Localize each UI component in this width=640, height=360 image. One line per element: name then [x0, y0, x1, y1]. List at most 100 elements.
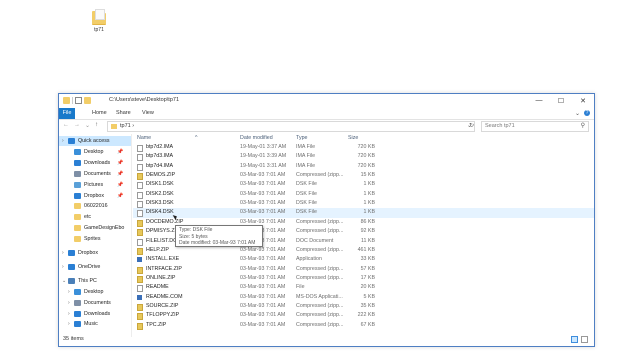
- chevron-icon[interactable]: ›: [62, 248, 64, 258]
- nav-item-label: Pictures: [84, 181, 104, 188]
- maximize-button[interactable]: ☐: [550, 94, 572, 107]
- file-type: DSK File: [296, 209, 317, 216]
- file-name: TFLOPPY.ZIP: [146, 312, 180, 319]
- nav-item-label: Dropbox: [84, 192, 105, 199]
- recent-locations-icon[interactable]: ⌄: [85, 122, 90, 129]
- file-row[interactable]: README 03-Mar-93 7:01 AM File 20 KB: [133, 283, 594, 293]
- nav-item[interactable]: › Desktop: [59, 287, 131, 297]
- nav-item[interactable]: › Downloads: [59, 309, 131, 319]
- properties-icon[interactable]: [75, 97, 82, 104]
- nav-item[interactable]: › Dropbox: [59, 248, 131, 258]
- pin-icon: 📌: [117, 170, 124, 177]
- file-row[interactable]: HELP.ZIP 03-Mar-93 7:01 AM Compressed (zip…: [133, 246, 594, 255]
- nav-item-label: 06022016: [84, 203, 108, 210]
- chevron-icon[interactable]: ›: [68, 309, 70, 319]
- nav-item[interactable]: ⌄ This PC: [59, 276, 131, 286]
- downloads-icon: [74, 159, 81, 166]
- tab-home[interactable]: Home: [87, 108, 112, 119]
- file-row[interactable]: INTRFACE.ZIP 03-Mar-93 7:01 AM Compressed …: [133, 265, 594, 274]
- nav-item[interactable]: Pictures 📌: [59, 180, 131, 190]
- refresh-icon[interactable]: ↻: [467, 121, 476, 130]
- nav-item-label: Sprites: [84, 236, 101, 243]
- column-size[interactable]: Size: [348, 135, 358, 141]
- column-date-modified[interactable]: Date modified: [240, 135, 273, 141]
- large-icons-view-icon[interactable]: [581, 336, 588, 343]
- nav-item[interactable]: › Music: [59, 319, 131, 329]
- file-row[interactable]: ONLINE.ZIP 03-Mar-93 7:01 AM Compressed (z…: [133, 274, 594, 283]
- nav-item-label: OneDrive: [78, 263, 101, 270]
- file-type: File: [296, 284, 305, 291]
- nav-item[interactable]: Downloads 📌: [59, 158, 131, 168]
- nav-item[interactable]: Dropbox 📌: [59, 191, 131, 201]
- expand-ribbon-icon[interactable]: ⌄: [575, 110, 580, 117]
- up-icon[interactable]: ↑: [95, 122, 98, 129]
- nav-item[interactable]: 06022016: [59, 201, 131, 211]
- nav-item[interactable]: Desktop 📌: [59, 147, 131, 157]
- nav-item[interactable]: › Quick access: [59, 136, 131, 146]
- new-folder-icon[interactable]: [84, 97, 91, 104]
- file-row[interactable]: DISK2.DSK 03-Mar-93 7:01 AM DSK File 1 KB: [133, 190, 594, 199]
- file-row[interactable]: DISK1.DSK 03-Mar-93 7:01 AM DSK File 1 KB: [133, 180, 594, 190]
- window-title: C:\Users\steve\Desktop\tp71: [109, 97, 180, 103]
- minimize-button[interactable]: —: [528, 94, 550, 107]
- desktop-folder-tp71[interactable]: tp71: [86, 9, 112, 33]
- file-row[interactable]: README.COM 03-Mar-93 7:01 AM MS-DOS Applic…: [133, 293, 594, 302]
- file-name: TPC.ZIP: [146, 321, 167, 328]
- close-button[interactable]: ✕: [572, 94, 594, 107]
- breadcrumb[interactable]: tp71 ›: [120, 123, 134, 129]
- file-row[interactable]: btp7d4.IMA 19-May-01 3:31 AM IMA File 720 K…: [133, 162, 594, 171]
- nav-item[interactable]: Sprites: [59, 234, 131, 244]
- file-row[interactable]: TFLOPPY.ZIP 03-Mar-93 7:01 AM Compressed (…: [133, 311, 594, 321]
- tab-share[interactable]: Share: [111, 108, 136, 119]
- nav-item[interactable]: Documents 📌: [59, 169, 131, 179]
- chevron-icon[interactable]: ›: [68, 319, 70, 329]
- forward-icon[interactable]: →: [74, 122, 80, 129]
- column-type[interactable]: Type: [296, 135, 307, 141]
- file-size: 720 KB: [357, 153, 375, 160]
- folder-icon: [74, 203, 81, 210]
- chevron-icon[interactable]: ›: [68, 287, 70, 297]
- file-name: INTRFACE.ZIP: [146, 265, 182, 272]
- tab-file[interactable]: File: [59, 108, 75, 119]
- file-size: 461 KB: [357, 246, 375, 253]
- file-size: 5 KB: [363, 293, 375, 300]
- nav-item-label: Music: [84, 321, 98, 328]
- file-size: 35 KB: [360, 302, 375, 309]
- nav-item[interactable]: › OneDrive: [59, 262, 131, 272]
- address-bar[interactable]: tp71 › ⌄: [107, 121, 475, 132]
- chevron-icon[interactable]: ⌄: [62, 276, 66, 286]
- details-view-icon[interactable]: [571, 336, 578, 343]
- nav-item[interactable]: GameDesignEbo: [59, 223, 131, 233]
- file-icon: [137, 201, 143, 209]
- column-name[interactable]: Name: [137, 135, 151, 141]
- nav-item-label: GameDesignEbo: [84, 225, 125, 232]
- file-name: SOURCE.ZIP: [146, 302, 179, 309]
- chevron-icon[interactable]: ›: [62, 262, 64, 272]
- chevron-icon[interactable]: ›: [62, 136, 64, 146]
- nav-item[interactable]: etc: [59, 212, 131, 222]
- file-row[interactable]: INSTALL.EXE 03-Mar-93 7:01 AM Application 3…: [133, 255, 594, 264]
- file-row[interactable]: DISK4.DSK 03-Mar-93 7:01 AM DSK File 1 KB: [133, 208, 594, 218]
- file-row[interactable]: DISK3.DSK 03-Mar-93 7:01 AM DSK File 1 KB: [133, 199, 594, 209]
- file-row[interactable]: btp7d2.IMA 19-May-01 3:37 AM IMA File 720 K…: [133, 143, 594, 152]
- file-type: Compressed (zipp...: [296, 246, 344, 253]
- file-size: 1 KB: [363, 200, 375, 207]
- chevron-icon[interactable]: ›: [68, 298, 70, 308]
- search-input[interactable]: Search tp71 ⚲: [481, 121, 589, 132]
- pin-icon: 📌: [117, 192, 124, 199]
- nav-item[interactable]: › Documents: [59, 298, 131, 308]
- back-icon[interactable]: ←: [63, 122, 69, 129]
- file-row[interactable]: DEMOS.ZIP 03-Mar-93 7:01 AM Compressed (zi…: [133, 171, 594, 181]
- help-icon[interactable]: ?: [584, 110, 590, 116]
- item-count: 35 items: [63, 336, 84, 342]
- file-row[interactable]: TPC.ZIP 03-Mar-93 7:01 AM Compressed (zipp…: [133, 321, 594, 330]
- folder-icon: [63, 97, 70, 104]
- file-date: 19-May-01 3:37 AM: [240, 144, 287, 150]
- pin-icon: 📌: [117, 181, 124, 188]
- file-type: Application: [296, 256, 322, 263]
- file-date: 03-Mar-93 7:01 AM: [240, 321, 286, 328]
- tab-view[interactable]: View: [137, 108, 159, 119]
- desktop-folder-label: tp71: [94, 27, 104, 33]
- file-row[interactable]: btp7d3.IMA 19-May-01 3:39 AM IMA File 720 K…: [133, 152, 594, 162]
- file-row[interactable]: SOURCE.ZIP 03-Mar-93 7:01 AM Compressed (z…: [133, 302, 594, 311]
